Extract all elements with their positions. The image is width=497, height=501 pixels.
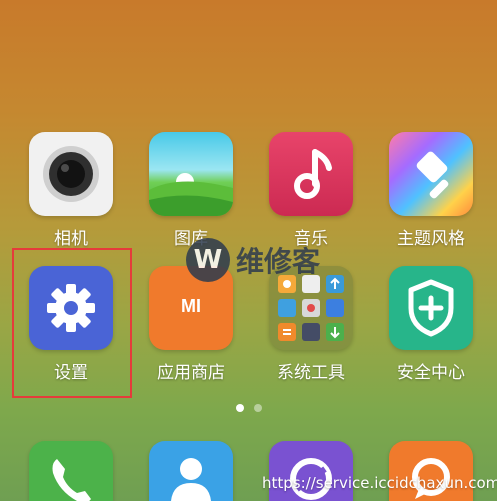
store-badge-text: MI bbox=[181, 296, 201, 316]
music-icon bbox=[269, 132, 353, 216]
page-dot[interactable] bbox=[254, 404, 262, 412]
app-label: 主题风格 bbox=[397, 229, 465, 249]
contacts-icon bbox=[149, 441, 233, 501]
messages-icon bbox=[389, 441, 473, 501]
dock-phone[interactable] bbox=[29, 441, 113, 501]
url-watermark: https://service.iccidchaxun.com bbox=[262, 474, 497, 492]
app-label: 相机 bbox=[54, 229, 88, 249]
shield-plus-icon bbox=[389, 266, 473, 350]
dock-contacts[interactable] bbox=[149, 441, 233, 501]
theme-icon bbox=[389, 132, 473, 216]
watermark-text: 维修客 bbox=[236, 245, 321, 278]
app-security-center[interactable]: 安全中心 bbox=[389, 266, 473, 383]
app-label: 应用商店 bbox=[157, 363, 225, 383]
browser-icon bbox=[269, 441, 353, 501]
app-gallery[interactable]: 图库 bbox=[149, 132, 233, 249]
phone-icon bbox=[29, 441, 113, 501]
watermark-logo: W 维修客 bbox=[186, 238, 320, 282]
page-dot-active[interactable] bbox=[236, 404, 244, 412]
app-label: 系统工具 bbox=[277, 363, 345, 383]
app-label: 安全中心 bbox=[397, 363, 465, 383]
app-music[interactable]: 音乐 bbox=[269, 132, 353, 249]
app-camera[interactable]: 相机 bbox=[29, 132, 113, 249]
watermark-badge: W bbox=[186, 238, 230, 282]
dock-browser[interactable] bbox=[269, 441, 353, 501]
gallery-icon bbox=[149, 132, 233, 216]
app-theme[interactable]: 主题风格 bbox=[389, 132, 473, 249]
camera-icon bbox=[29, 132, 113, 216]
page-indicator bbox=[236, 404, 262, 412]
dock-messages[interactable] bbox=[389, 441, 473, 501]
settings-highlight-box bbox=[12, 248, 132, 398]
